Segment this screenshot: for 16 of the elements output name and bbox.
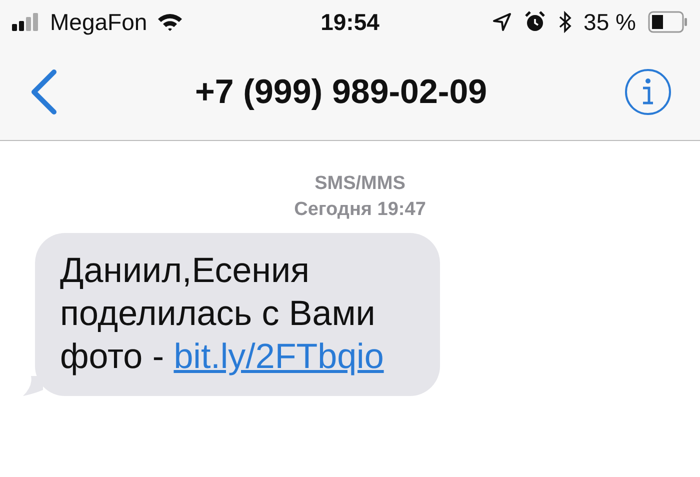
info-icon[interactable] <box>624 68 672 116</box>
carrier-name: MegaFon <box>50 8 148 36</box>
message-text: Даниил,Есения поделилась с Вами фото - bit.ly/2FTbqio <box>60 250 385 378</box>
message-link[interactable]: bit.ly/2FTbqio <box>174 337 384 376</box>
alarm-clock-icon <box>524 11 546 33</box>
location-arrow-icon <box>492 12 512 32</box>
clock-time: 19:54 <box>320 8 380 36</box>
bluetooth-icon <box>558 11 572 33</box>
message-timestamp: Сегодня 19:47 <box>294 198 426 222</box>
signal-icon <box>12 13 40 31</box>
battery-percentage: 35 % <box>584 8 636 36</box>
back-chevron-icon[interactable] <box>30 69 58 115</box>
contact-phone-number: +7 (999) 989-02-09 <box>194 72 488 112</box>
message-service-label: SMS/MMS <box>314 172 406 196</box>
wifi-icon <box>157 12 184 32</box>
battery-icon <box>648 11 688 33</box>
